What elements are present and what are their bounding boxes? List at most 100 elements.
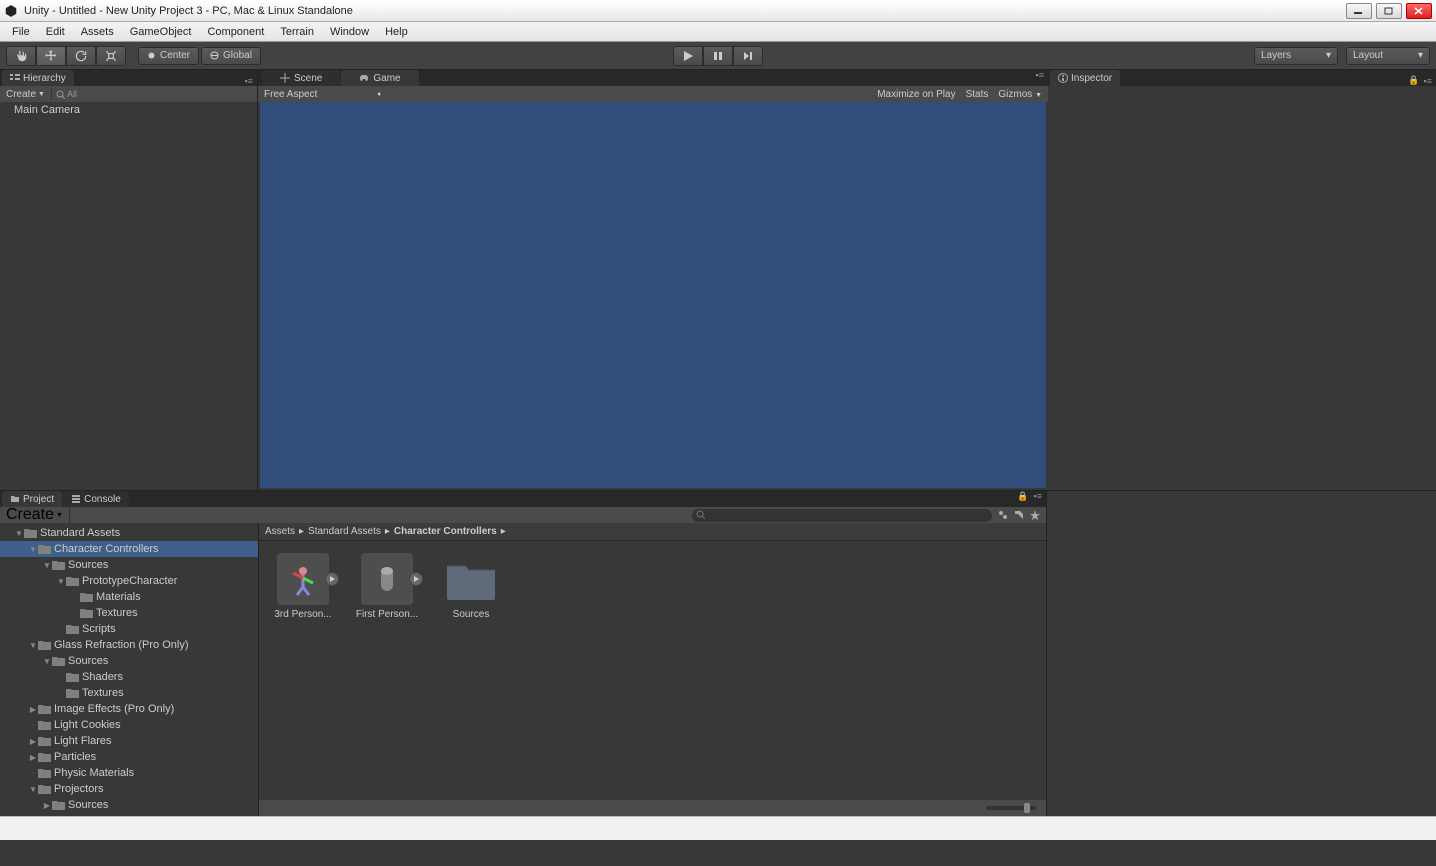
- expand-arrow-icon[interactable]: ▶: [28, 737, 38, 746]
- project-create-dropdown[interactable]: Create ▼: [0, 506, 70, 524]
- handle-toggle[interactable]: Global: [201, 47, 261, 65]
- aspect-dropdown[interactable]: Free Aspect♦: [264, 89, 381, 100]
- tree-item[interactable]: ▼Sources: [0, 557, 258, 573]
- console-icon: [71, 494, 81, 504]
- scale-tool-button[interactable]: [96, 46, 126, 66]
- tree-item[interactable]: ▼PrototypeCharacter: [0, 573, 258, 589]
- breadcrumb-item-current[interactable]: Character Controllers: [394, 526, 497, 537]
- tree-item-label: Physic Materials: [54, 767, 134, 779]
- tree-item-label: Materials: [96, 591, 141, 603]
- expand-arrow-icon[interactable]: ▼: [28, 545, 38, 554]
- maximize-on-play-toggle[interactable]: Maximize on Play: [877, 89, 955, 100]
- tree-item[interactable]: ▶Particles: [0, 749, 258, 765]
- expand-arrow-icon[interactable]: ▼: [42, 561, 52, 570]
- asset-item[interactable]: First Person...: [355, 553, 419, 620]
- lock-icon[interactable]: 🔒: [1017, 491, 1028, 507]
- maximize-button[interactable]: [1376, 3, 1402, 19]
- menu-terrain[interactable]: Terrain: [272, 24, 322, 40]
- expand-arrow-icon[interactable]: ▶: [42, 801, 52, 810]
- tree-item[interactable]: Textures: [0, 685, 258, 701]
- inspector-tab[interactable]: Inspector: [1050, 70, 1120, 86]
- expand-arrow-icon[interactable]: ▶: [28, 705, 38, 714]
- asset-item[interactable]: Sources: [439, 553, 503, 620]
- handle-label: Global: [223, 50, 252, 61]
- menu-assets[interactable]: Assets: [73, 24, 122, 40]
- save-search-icon[interactable]: [1028, 508, 1042, 522]
- play-button[interactable]: [673, 46, 703, 66]
- layers-label: Layers: [1261, 50, 1291, 61]
- menu-file[interactable]: File: [4, 24, 38, 40]
- pivot-toggle[interactable]: Center: [138, 47, 199, 65]
- tree-item[interactable]: ▼Projectors: [0, 781, 258, 797]
- tree-item[interactable]: Scripts: [0, 621, 258, 637]
- breadcrumb-item[interactable]: Assets: [265, 526, 295, 537]
- expand-arrow-icon[interactable]: ▼: [56, 577, 66, 586]
- tree-item-label: Image Effects (Pro Only): [54, 703, 174, 715]
- move-tool-button[interactable]: [36, 46, 66, 66]
- tab-game[interactable]: Game: [341, 70, 418, 86]
- tree-item[interactable]: ▶ Image Effects (Pro Only): [0, 701, 258, 717]
- filter-by-label-icon[interactable]: [1012, 508, 1026, 522]
- expand-arrow-icon[interactable]: ▼: [28, 785, 38, 794]
- tab-scene[interactable]: Scene: [262, 70, 340, 86]
- tree-item[interactable]: ▼Glass Refraction (Pro Only): [0, 637, 258, 653]
- game-view[interactable]: [260, 102, 1046, 488]
- step-button[interactable]: [733, 46, 763, 66]
- rotate-tool-button[interactable]: [66, 46, 96, 66]
- play-badge-icon[interactable]: [325, 572, 339, 586]
- tree-item[interactable]: Light Cookies: [0, 717, 258, 733]
- hierarchy-item[interactable]: Main Camera: [0, 102, 257, 118]
- menu-component[interactable]: Component: [199, 24, 272, 40]
- hierarchy-search[interactable]: All: [52, 89, 257, 99]
- close-button[interactable]: [1406, 3, 1432, 19]
- lock-icon[interactable]: 🔒: [1408, 75, 1419, 86]
- project-tab[interactable]: Project: [2, 491, 62, 507]
- sort-icon: ♦: [377, 91, 381, 98]
- panel-options-icon[interactable]: ▪≡: [1036, 70, 1044, 86]
- unity-logo-icon: [4, 4, 18, 18]
- gizmos-dropdown[interactable]: Gizmos ▼: [998, 89, 1042, 100]
- menu-gameobject[interactable]: GameObject: [122, 24, 200, 40]
- tree-item[interactable]: ▶Sources: [0, 797, 258, 813]
- scene-icon: [280, 73, 290, 83]
- chevron-right-icon: ▸: [299, 526, 304, 537]
- expand-arrow-icon[interactable]: ▼: [14, 529, 24, 538]
- tree-item[interactable]: Physic Materials: [0, 765, 258, 781]
- panel-options-icon[interactable]: ▪≡: [1424, 76, 1432, 86]
- hierarchy-create-dropdown[interactable]: Create ▼: [0, 89, 52, 100]
- window-titlebar: Unity - Untitled - New Unity Project 3 -…: [0, 0, 1436, 22]
- tree-item[interactable]: Textures: [0, 605, 258, 621]
- breadcrumb-item[interactable]: Standard Assets: [308, 526, 381, 537]
- tree-item[interactable]: ▶Light Flares: [0, 733, 258, 749]
- panel-options-icon[interactable]: ▪≡: [1034, 491, 1042, 507]
- filter-by-type-icon[interactable]: [996, 508, 1010, 522]
- console-tab[interactable]: Console: [63, 491, 129, 507]
- menu-help[interactable]: Help: [377, 24, 416, 40]
- search-placeholder: All: [67, 89, 77, 99]
- tree-item[interactable]: Materials: [0, 589, 258, 605]
- minimize-button[interactable]: [1346, 3, 1372, 19]
- tree-item[interactable]: Shaders: [0, 669, 258, 685]
- tree-item[interactable]: ▼Character Controllers: [0, 541, 258, 557]
- project-search[interactable]: [692, 509, 992, 522]
- play-badge-icon[interactable]: [409, 572, 423, 586]
- stats-toggle[interactable]: Stats: [966, 89, 989, 100]
- layout-dropdown[interactable]: Layout▾: [1346, 47, 1430, 65]
- panel-options-icon[interactable]: ▪≡: [245, 76, 253, 86]
- chevron-down-icon: ▾: [1326, 50, 1331, 61]
- tree-item[interactable]: ▼Standard Assets: [0, 525, 258, 541]
- menu-window[interactable]: Window: [322, 24, 377, 40]
- chevron-down-icon: ▼: [56, 512, 63, 519]
- hand-tool-button[interactable]: [6, 46, 36, 66]
- pause-button[interactable]: [703, 46, 733, 66]
- expand-arrow-icon[interactable]: ▶: [28, 753, 38, 762]
- asset-item[interactable]: 3rd Person...: [271, 553, 335, 620]
- expand-arrow-icon[interactable]: ▼: [42, 657, 52, 666]
- hierarchy-tab[interactable]: Hierarchy: [2, 70, 74, 86]
- tree-item[interactable]: ▼Sources: [0, 653, 258, 669]
- thumbnail-size-slider[interactable]: [986, 806, 1036, 810]
- layers-dropdown[interactable]: Layers ▾: [1254, 47, 1338, 65]
- expand-arrow-icon[interactable]: ▼: [28, 641, 38, 650]
- window-title: Unity - Untitled - New Unity Project 3 -…: [24, 5, 1346, 17]
- menu-edit[interactable]: Edit: [38, 24, 73, 40]
